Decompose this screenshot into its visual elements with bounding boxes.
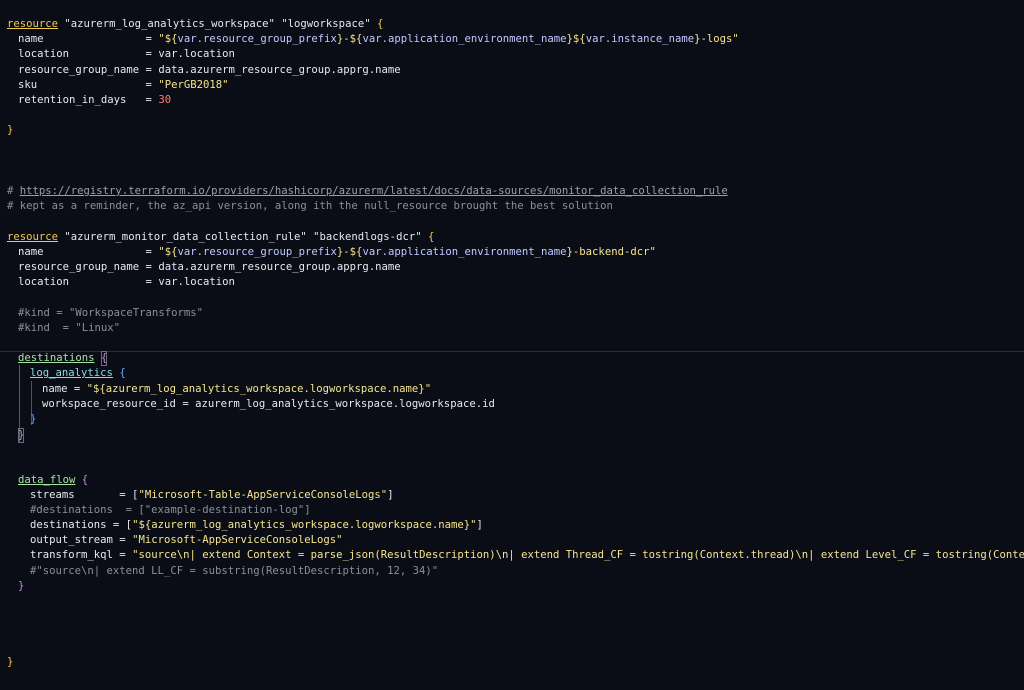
string-part: }-${: [336, 246, 363, 258]
block-log-analytics: log_analytics: [30, 367, 113, 379]
code-line[interactable]: output_stream = "Microsoft-AppServiceCon…: [7, 533, 343, 548]
close-brace: }: [18, 428, 25, 444]
code-line[interactable]: resource "azurerm_log_analytics_workspac…: [7, 17, 383, 32]
open-brace: {: [427, 231, 435, 243]
interp-var: var.application_environment_name: [362, 246, 567, 258]
string-part: "${: [158, 33, 178, 45]
code-line[interactable]: #kind = "Linux": [7, 321, 120, 336]
block-data-flow: data_flow: [18, 474, 76, 486]
string-part: }-logs": [694, 33, 739, 45]
open-brace: {: [119, 367, 126, 379]
string-value: "source\n| extend Context = parse_json(R…: [132, 549, 1024, 561]
code-line[interactable]: name = "${var.resource_group_prefix}-${v…: [7, 245, 656, 260]
attr-key: streams = [: [30, 489, 139, 501]
interp-var: var.resource_group_prefix: [177, 33, 337, 45]
code-line[interactable]: name = "${var.resource_group_prefix}-${v…: [7, 32, 739, 47]
close-brace: }: [7, 124, 14, 136]
code-line[interactable]: location = var.location: [7, 275, 235, 290]
code-line[interactable]: log_analytics {: [7, 366, 126, 381]
code-line[interactable]: }: [7, 412, 36, 427]
current-line-highlight: [0, 351, 1024, 352]
resource-type: "azurerm_log_analytics_workspace": [64, 18, 275, 30]
string-value: "Microsoft-Table-AppServiceConsoleLogs": [138, 489, 388, 501]
code-line[interactable]: resource "azurerm_monitor_data_collectio…: [7, 230, 434, 245]
code-line[interactable]: resource_group_name = data.azurerm_resou…: [7, 260, 401, 275]
bracket: ]: [387, 489, 394, 501]
attr-key: output_stream =: [30, 534, 133, 546]
code-line[interactable]: #"source\n| extend LL_CF = substring(Res…: [7, 564, 438, 579]
code-line[interactable]: # https://registry.terraform.io/provider…: [7, 184, 728, 199]
code-line[interactable]: data_flow {: [7, 473, 88, 488]
code-line[interactable]: resource_group_name = data.azurerm_resou…: [7, 63, 401, 78]
code-line[interactable]: destinations = ["${azurerm_log_analytics…: [7, 518, 483, 533]
attr-key: retention_in_days =: [18, 94, 159, 106]
block-destinations: destinations: [18, 352, 95, 364]
string-part: }-${: [336, 33, 363, 45]
resource-name: "logworkspace": [274, 18, 377, 30]
attr-key: name =: [18, 33, 159, 45]
string-part: }${: [566, 33, 586, 45]
keyword-resource: resource: [7, 18, 59, 30]
string-value: "${azurerm_log_analytics_workspace.logwo…: [132, 519, 477, 531]
code-line[interactable]: streams = ["Microsoft-Table-AppServiceCo…: [7, 488, 394, 503]
open-brace: {: [100, 351, 108, 367]
code-line[interactable]: }: [7, 123, 13, 138]
code-line[interactable]: transform_kql = "source\n| extend Contex…: [7, 548, 1024, 563]
comment-link[interactable]: https://registry.terraform.io/providers/…: [20, 185, 728, 197]
comment-hash: #: [7, 185, 20, 197]
code-editor[interactable]: resource "azurerm_log_analytics_workspac…: [0, 0, 1024, 690]
code-line[interactable]: sku = "PerGB2018": [7, 78, 229, 93]
code-line[interactable]: retention_in_days = 30: [7, 93, 171, 108]
close-brace: }: [18, 580, 25, 592]
code-line[interactable]: name = "${azurerm_log_analytics_workspac…: [7, 382, 431, 397]
code-line[interactable]: # kept as a reminder, the az_api version…: [7, 199, 613, 214]
code-line[interactable]: #destinations = ["example-destination-lo…: [7, 503, 311, 518]
bracket: ]: [476, 519, 483, 531]
open-brace: {: [376, 18, 384, 30]
code-line[interactable]: }: [7, 579, 24, 594]
code-line[interactable]: workspace_resource_id = azurerm_log_anal…: [7, 397, 495, 412]
code-line[interactable]: }: [7, 655, 13, 670]
attr-key: name =: [18, 246, 159, 258]
string-value: "PerGB2018": [158, 79, 229, 91]
string-part: }-backend-dcr": [566, 246, 656, 258]
interp-var: var.application_environment_name: [362, 33, 567, 45]
string-value: "${azurerm_log_analytics_workspace.logwo…: [86, 383, 432, 395]
string-value: "Microsoft-AppServiceConsoleLogs": [132, 534, 343, 546]
number-value: 30: [158, 94, 172, 106]
close-brace: }: [30, 413, 37, 425]
attr-key: transform_kql =: [30, 549, 133, 561]
attr-key: sku =: [18, 79, 159, 91]
code-line[interactable]: destinations {: [7, 351, 108, 367]
close-brace: }: [7, 656, 14, 668]
interp-var: var.resource_group_prefix: [177, 246, 337, 258]
code-line[interactable]: location = var.location: [7, 47, 235, 62]
open-brace: {: [81, 474, 89, 486]
resource-type: "azurerm_monitor_data_collection_rule" "…: [58, 231, 428, 243]
attr-key: name =: [42, 383, 87, 395]
code-line[interactable]: #kind = "WorkspaceTransforms": [7, 306, 203, 321]
string-part: "${: [158, 246, 178, 258]
attr-key: destinations = [: [30, 519, 133, 531]
interp-var: var.instance_name: [585, 33, 695, 45]
code-line[interactable]: }: [7, 428, 25, 444]
keyword-resource: resource: [7, 231, 59, 243]
